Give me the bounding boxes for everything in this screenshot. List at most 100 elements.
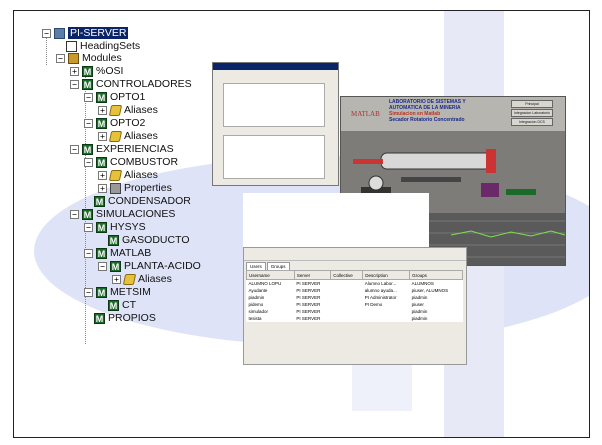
module-icon: M (82, 65, 93, 77)
tree-node-combustor[interactable]: − M COMBUSTOR (84, 156, 178, 168)
table-row[interactable]: pidemo PI SERVER PI Demo piuser (247, 301, 463, 308)
collapse-icon[interactable]: − (84, 118, 93, 128)
module-icon: M (96, 221, 107, 233)
tab-groups[interactable]: Groups (266, 262, 290, 270)
expand-icon[interactable]: + (70, 66, 79, 76)
col-groups[interactable]: Groups (409, 270, 463, 280)
tree-node-combustor-properties[interactable]: + Properties (98, 182, 172, 194)
collapse-icon[interactable]: − (70, 209, 79, 219)
simulation-header: MATLAB LABORATORIO DE SISTEMAS Y AUTOMAT… (341, 97, 565, 131)
expand-icon[interactable]: + (98, 170, 107, 180)
module-icon: M (96, 247, 107, 259)
tree-node-server[interactable]: − PI-SERVER (42, 27, 129, 39)
module-icon: M (96, 156, 107, 168)
integracion-laboratorio-button[interactable]: Integracion Laboratorio (511, 109, 553, 117)
expand-icon[interactable]: + (98, 105, 107, 115)
tree-label: HeadingSets (80, 40, 141, 52)
module-icon: M (94, 195, 105, 207)
col-server[interactable]: Server (293, 270, 332, 280)
tree-label: CONDENSADOR (108, 195, 191, 207)
col-description[interactable]: Description (362, 270, 411, 280)
tree-node-metsim[interactable]: − M METSIM (84, 286, 151, 298)
tree-node-planta-aliases[interactable]: + Aliases (112, 273, 172, 285)
table-row[interactable]: ALUMNO LOPU PI SERVER Alumno Labor... ALUMN… (247, 280, 463, 288)
collapse-icon[interactable]: − (98, 261, 107, 271)
tree-node-opto1-aliases[interactable]: + Aliases (98, 104, 158, 116)
tree-label: PI-SERVER (68, 27, 129, 39)
tree-node-headingsets[interactable]: HeadingSets (66, 40, 140, 52)
tree-label: COMBUSTOR (110, 156, 179, 168)
principal-button[interactable]: Principal (511, 100, 553, 108)
aliases-icon (108, 169, 123, 181)
module-icon: M (96, 91, 107, 103)
tree-label: PLANTA-ACIDO (124, 260, 201, 272)
collapse-icon[interactable]: − (84, 157, 93, 167)
aliases-icon (108, 104, 123, 116)
users-toolbar (244, 248, 466, 261)
expand-icon[interactable]: + (98, 131, 107, 141)
col-username[interactable]: Username (246, 270, 295, 280)
config-panel-top (223, 83, 325, 127)
module-icon: M (108, 299, 119, 311)
tree-node-combustor-aliases[interactable]: + Aliases (98, 169, 158, 181)
tree-node-planta-acido[interactable]: − M PLANTA-ACIDO (98, 260, 201, 272)
collapse-icon[interactable]: − (42, 28, 51, 38)
simulation-title: LABORATORIO DE SISTEMAS Y AUTOMATICA DE … (389, 99, 466, 123)
collapse-icon[interactable]: − (84, 222, 93, 232)
collapse-icon[interactable]: − (84, 287, 93, 297)
tree-node-experiencias[interactable]: − M EXPERIENCIAS (70, 143, 174, 155)
tree-node-opto2[interactable]: − M OPTO2 (84, 117, 145, 129)
tree-label: EXPERIENCIAS (96, 143, 174, 155)
tree-node-propios[interactable]: M PROPIOS (94, 312, 156, 324)
expand-icon[interactable]: + (112, 274, 121, 284)
tree-label: CT (122, 299, 136, 311)
tree-label: CONTROLADORES (96, 78, 192, 90)
tree-label: Properties (124, 182, 172, 194)
tree-label: OPTO2 (110, 117, 146, 129)
modules-icon (68, 52, 79, 64)
tree-node-condensador[interactable]: M CONDENSADOR (94, 195, 191, 207)
tab-users[interactable]: Users (246, 262, 266, 270)
users-window-screenshot: Users Groups Username Server Collective … (243, 247, 467, 365)
tree-node-hysys[interactable]: − M HYSYS (84, 221, 146, 233)
collapse-icon[interactable]: − (56, 53, 65, 63)
headingsets-icon (66, 40, 77, 52)
tree-label: Aliases (124, 104, 158, 116)
aliases-icon (108, 130, 123, 142)
module-icon: M (110, 260, 121, 272)
table-row[interactable]: tesista PI SERVER piadmin (247, 315, 463, 322)
table-row[interactable]: Ayudante PI SERVER alumno ayuda... piuser, … (247, 287, 463, 294)
users-table: Username Server Collective Description G… (246, 270, 463, 322)
properties-icon (110, 182, 121, 194)
collapse-icon[interactable]: − (84, 92, 93, 102)
tree-node-opto1[interactable]: − M OPTO1 (84, 91, 145, 103)
aliases-icon (122, 273, 137, 285)
users-tabs: Users Groups (246, 262, 291, 270)
collapse-icon[interactable]: − (70, 144, 79, 154)
tree-node-simulaciones[interactable]: − M SIMULACIONES (70, 208, 175, 220)
tree-node-gasoducto[interactable]: M GASODUCTO (108, 234, 189, 246)
tree-label: %OSI (96, 65, 124, 77)
collapse-icon[interactable]: − (70, 79, 79, 89)
table-row[interactable]: simulador PI SERVER piadmin (247, 308, 463, 315)
tree-node-matlab[interactable]: − M MATLAB (84, 247, 151, 259)
config-window-titlebar (213, 63, 338, 70)
tree-node-opto2-aliases[interactable]: + Aliases (98, 130, 158, 142)
col-collective[interactable]: Collective (330, 270, 364, 280)
tree-node-ct[interactable]: M CT (108, 299, 136, 311)
module-icon: M (82, 208, 93, 220)
module-icon: M (96, 286, 107, 298)
tree-node-xosi[interactable]: + M %OSI (70, 65, 123, 77)
table-row[interactable]: piadmin PI SERVER PI Administrator piadmin (247, 294, 463, 301)
tree-node-controladores[interactable]: − M CONTROLADORES (70, 78, 192, 90)
tree-label: GASODUCTO (122, 234, 190, 246)
tree-node-modules[interactable]: − Modules (56, 52, 122, 64)
server-icon (54, 27, 65, 39)
collapse-icon[interactable]: − (84, 248, 93, 258)
tree-label: OPTO1 (110, 91, 146, 103)
integracion-dcs-button[interactable]: Integracion DCS (511, 118, 553, 126)
tree-label: HYSYS (110, 221, 146, 233)
expand-icon[interactable]: + (98, 183, 107, 193)
module-icon: M (94, 312, 105, 324)
module-icon: M (82, 143, 93, 155)
